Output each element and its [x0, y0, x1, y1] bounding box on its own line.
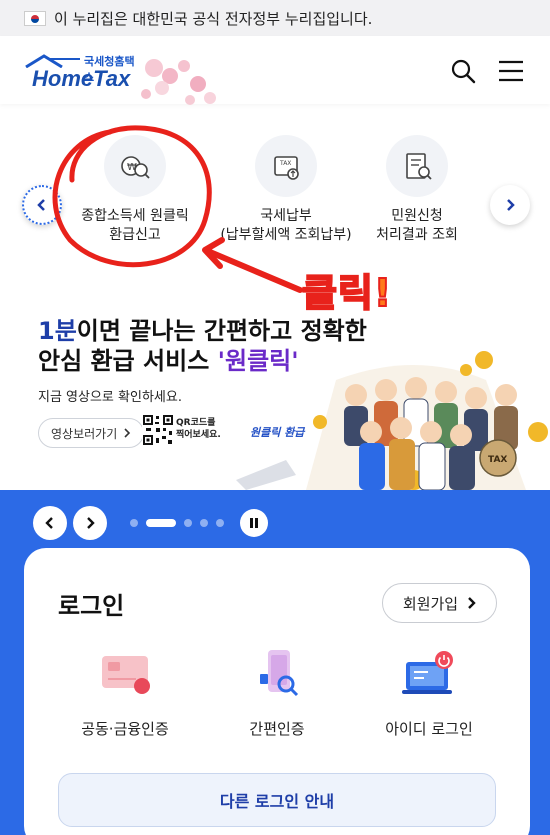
carousel-dot[interactable]: [184, 519, 192, 527]
carousel-dot[interactable]: [200, 519, 208, 527]
cherry-blossom-decoration: [141, 59, 216, 105]
carousel-dot-active[interactable]: [146, 519, 176, 527]
certificate-card-icon: [102, 656, 150, 694]
pause-icon: [250, 518, 258, 528]
banner-subtext: 지금 영상으로 확인하세요.: [38, 390, 182, 405]
qr-instruction: QR코드를 찍어보세요.: [176, 418, 221, 440]
chevron-right-icon: [507, 199, 515, 211]
document-search-icon: [386, 135, 448, 197]
service-shortcuts: ₩ 종합소득세 원클릭 환급신고 TAX 국세납부 (납부할세액 조회납부) 민…: [0, 120, 550, 290]
carousel-dot[interactable]: [130, 519, 138, 527]
next-services-button[interactable]: [490, 185, 530, 225]
chevron-right-icon: [124, 428, 131, 438]
banner-next-button[interactable]: [73, 506, 107, 540]
chevron-left-icon: [45, 517, 53, 529]
qr-code-icon[interactable]: [142, 414, 174, 446]
login-title: 로그인: [58, 592, 125, 620]
korean-flag-icon: [24, 10, 46, 26]
hometax-logo[interactable]: 국세청홈택스 HomeTax: [24, 50, 144, 94]
service-label-line2: 환급신고: [109, 227, 161, 243]
svg-text:TAX: TAX: [279, 160, 291, 167]
id-login-icon: [402, 651, 453, 694]
header: 국세청홈택스 HomeTax: [0, 36, 550, 105]
service-civil-complaint[interactable]: 민원신청 처리결과 조회: [332, 135, 502, 245]
refund-icon: ₩: [104, 135, 166, 197]
service-label-line2: 처리결과 조회: [376, 227, 458, 243]
login-option-id[interactable]: 아이디 로그인: [354, 648, 504, 739]
pause-button[interactable]: [240, 509, 268, 537]
tax-payment-icon: TAX: [255, 135, 317, 197]
signup-button[interactable]: 회원가입: [382, 583, 497, 623]
people-illustration: TAX: [236, 351, 548, 490]
service-label-line1: 민원신청: [391, 208, 443, 224]
chevron-left-icon: [37, 199, 45, 211]
menu-icon[interactable]: [494, 54, 528, 88]
promo-banner[interactable]: 1분이면 끝나는 간편하고 정확한 안심 환급 서비스 '원클릭' 지금 영상으…: [0, 300, 550, 490]
service-label-line1: 종합소득세 원클릭: [81, 208, 189, 224]
carousel-indicator: [130, 518, 224, 528]
mobile-auth-icon: [260, 650, 299, 697]
login-card: 로그인 회원가입 공동·금융인증 간편인증 아이디 로그인 다른 로그인 안내: [24, 548, 530, 835]
carousel-dot[interactable]: [216, 519, 224, 527]
gov-banner-text: 이 누리집은 대한민국 공식 전자정부 누리집입니다.: [54, 9, 373, 28]
login-option-certificate[interactable]: 공동·금융인증: [50, 648, 200, 739]
service-oneclick-refund[interactable]: ₩ 종합소득세 원클릭 환급신고: [50, 135, 220, 245]
login-option-simple-auth[interactable]: 간편인증: [202, 648, 352, 739]
other-login-guide-button[interactable]: 다른 로그인 안내: [58, 773, 496, 827]
gov-banner: 이 누리집은 대한민국 공식 전자정부 누리집입니다.: [0, 0, 550, 36]
search-icon[interactable]: [446, 54, 480, 88]
crowd-badge: TAX: [488, 455, 507, 465]
chevron-right-icon: [468, 597, 476, 609]
banner-prev-button[interactable]: [33, 506, 67, 540]
logo-title: HomeTax: [32, 66, 131, 91]
chevron-right-icon: [87, 517, 95, 529]
watch-video-button[interactable]: 영상보러가기: [38, 418, 145, 448]
